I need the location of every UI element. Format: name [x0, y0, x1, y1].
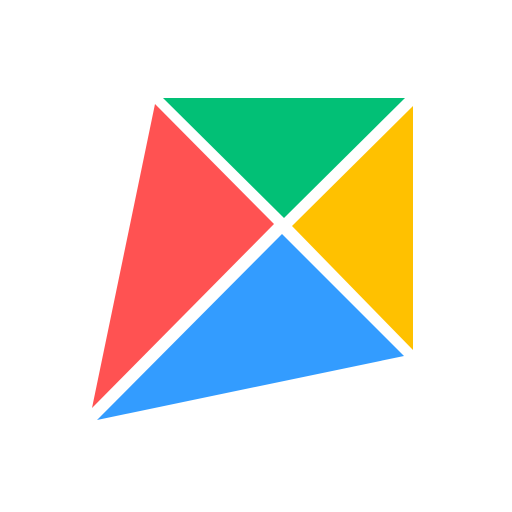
logo-background — [0, 0, 512, 512]
four-color-kite-logo-icon — [0, 0, 512, 512]
